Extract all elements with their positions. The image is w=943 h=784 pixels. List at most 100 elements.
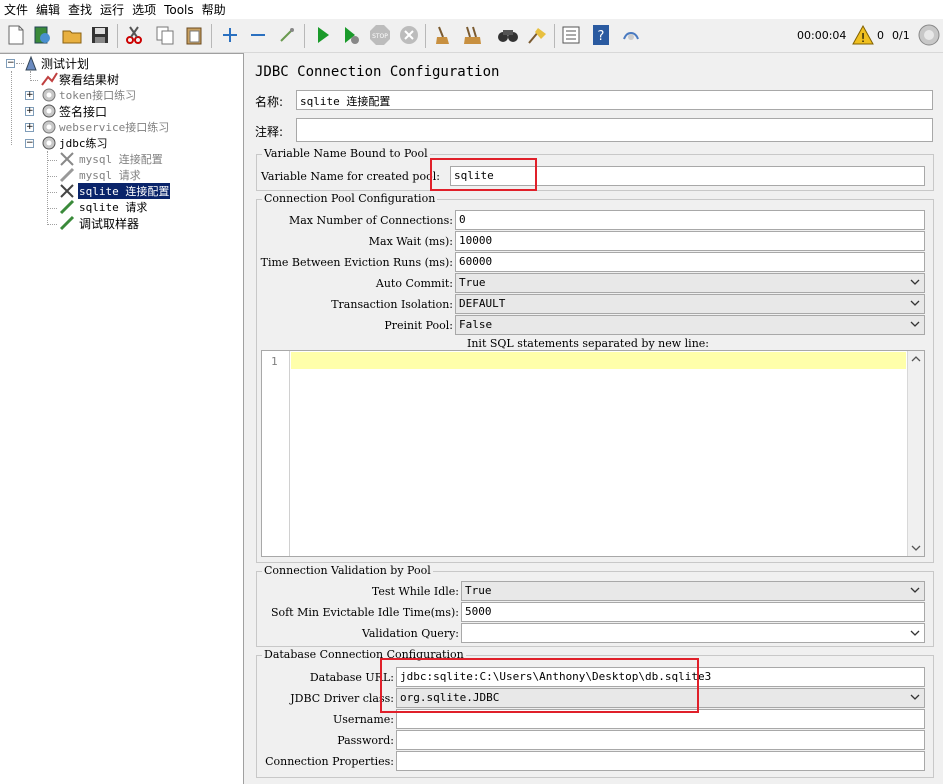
validation-query-field[interactable] [461,623,925,643]
menu-run[interactable]: 运行 [100,1,124,18]
expand-toggle[interactable]: + [25,107,34,116]
save-icon[interactable] [89,24,111,46]
menu-options[interactable]: 选项 [132,1,156,18]
chevron-down-icon [910,587,920,593]
max-connections-field[interactable]: 0 [455,210,925,230]
new-icon[interactable] [5,24,27,46]
tree-node-label: token接口练习 [59,89,137,102]
expand-toggle[interactable]: + [25,123,34,132]
tree-node-token[interactable]: token接口练习 [40,87,137,103]
menu-tools[interactable]: Tools [164,3,194,17]
reset-search-icon[interactable] [526,24,548,46]
templates-icon[interactable] [31,24,53,46]
password-field[interactable] [396,730,925,750]
password-label: Password: [337,734,394,747]
menu-search[interactable]: 查找 [68,1,92,18]
tree-node-signature[interactable]: 签名接口 [40,103,108,119]
toolbar-separator [304,24,305,48]
expand-toggle[interactable]: + [25,91,34,100]
svg-text:?: ? [598,29,605,44]
group-title: Connection Validation by Pool [262,564,433,577]
chevron-down-icon [910,694,920,700]
soft-min-idle-label: Soft Min Evictable Idle Time(ms): [270,606,459,619]
tree-line [11,71,12,145]
highlight-box [430,158,537,191]
thread-group-icon [42,104,56,118]
tree-line [47,208,57,209]
eviction-runs-label: Time Between Eviction Runs (ms): [260,256,453,269]
tree-node-mysql-config[interactable]: mysql 连接配置 [58,151,164,167]
tree-line [47,192,57,193]
preinit-pool-select[interactable]: False [455,315,925,335]
start-no-pause-icon[interactable] [340,24,362,46]
stop-icon[interactable]: STOP [369,24,391,46]
tree-node-sqlite-config[interactable]: sqlite 连接配置 [58,183,171,199]
clear-icon[interactable] [432,24,454,46]
comment-field[interactable] [296,118,933,142]
name-field[interactable]: sqlite 连接配置 [296,90,933,110]
current-line-highlight [291,352,906,369]
tree-line [30,80,38,81]
clear-all-icon[interactable] [462,24,484,46]
copy-icon[interactable] [154,24,176,46]
collapse-toggle[interactable]: − [25,139,34,148]
menu-file[interactable]: 文件 [4,1,28,18]
test-while-idle-label: Test While Idle: [371,585,459,598]
sampler-icon [59,167,75,183]
collapse-icon[interactable] [247,24,269,46]
tree-line [47,176,57,177]
line-gutter: 1 [262,351,290,556]
svg-text:!: ! [861,31,866,45]
start-icon[interactable] [312,24,334,46]
function-helper-icon[interactable] [560,24,582,46]
toolbar-separator [211,24,212,48]
auto-commit-select[interactable]: True [455,273,925,293]
remote-icon[interactable] [620,24,642,46]
tree-node-webservice[interactable]: webservice接口练习 [40,119,170,135]
tree-node-test-plan[interactable]: 测试计划 [22,55,90,71]
soft-min-idle-field[interactable]: 5000 [461,602,925,622]
open-icon[interactable] [61,24,83,46]
tree-node-results-tree[interactable]: 察看结果树 [40,71,120,87]
thread-status-icon [918,24,940,46]
connection-properties-label: Connection Properties: [265,755,394,768]
search-icon[interactable] [497,24,519,46]
chevron-down-icon [910,630,920,636]
toolbar-separator [425,24,426,48]
connection-properties-field[interactable] [396,751,925,771]
chevron-up-icon[interactable] [908,353,924,365]
tree-node-debug-sampler[interactable]: 调试取样器 [58,215,140,231]
menu-help[interactable]: 帮助 [202,1,226,18]
test-while-idle-select[interactable]: True [461,581,925,601]
tree-node-jdbc[interactable]: jdbc练习 [40,135,109,151]
toggle-icon[interactable] [276,24,298,46]
thread-count: 0/1 [892,29,910,42]
cut-icon[interactable] [123,24,145,46]
chevron-down-icon [910,279,920,285]
paste-icon[interactable] [183,24,205,46]
tree-node-label: sqlite 请求 [79,201,148,214]
help-icon[interactable]: ? [590,24,612,46]
init-sql-editor[interactable]: 1 [261,350,925,557]
chevron-down-icon[interactable] [908,542,924,554]
transaction-isolation-value: DEFAULT [459,297,506,310]
highlight-box [380,658,699,713]
eviction-runs-field[interactable]: 60000 [455,252,925,272]
tree-node-sqlite-request[interactable]: sqlite 请求 [58,199,148,215]
line-number: 1 [271,355,278,368]
expand-icon[interactable] [219,24,241,46]
transaction-isolation-select[interactable]: DEFAULT [455,294,925,314]
vertical-scrollbar[interactable] [907,351,924,556]
tree-node-label: 签名接口 [59,104,108,119]
jdbc-driver-label: JDBC Driver class: [290,692,394,705]
elapsed-time: 00:00:04 [797,29,847,42]
collapse-toggle[interactable]: − [6,59,15,68]
max-wait-field[interactable]: 10000 [455,231,925,251]
listener-icon [41,72,58,86]
menu-edit[interactable]: 编辑 [36,1,60,18]
tree-node-mysql-request[interactable]: mysql 请求 [58,167,142,183]
shutdown-icon[interactable] [398,24,420,46]
auto-commit-value: True [459,276,486,289]
config-element-icon [60,184,74,198]
tree-node-label: 测试计划 [41,56,90,71]
